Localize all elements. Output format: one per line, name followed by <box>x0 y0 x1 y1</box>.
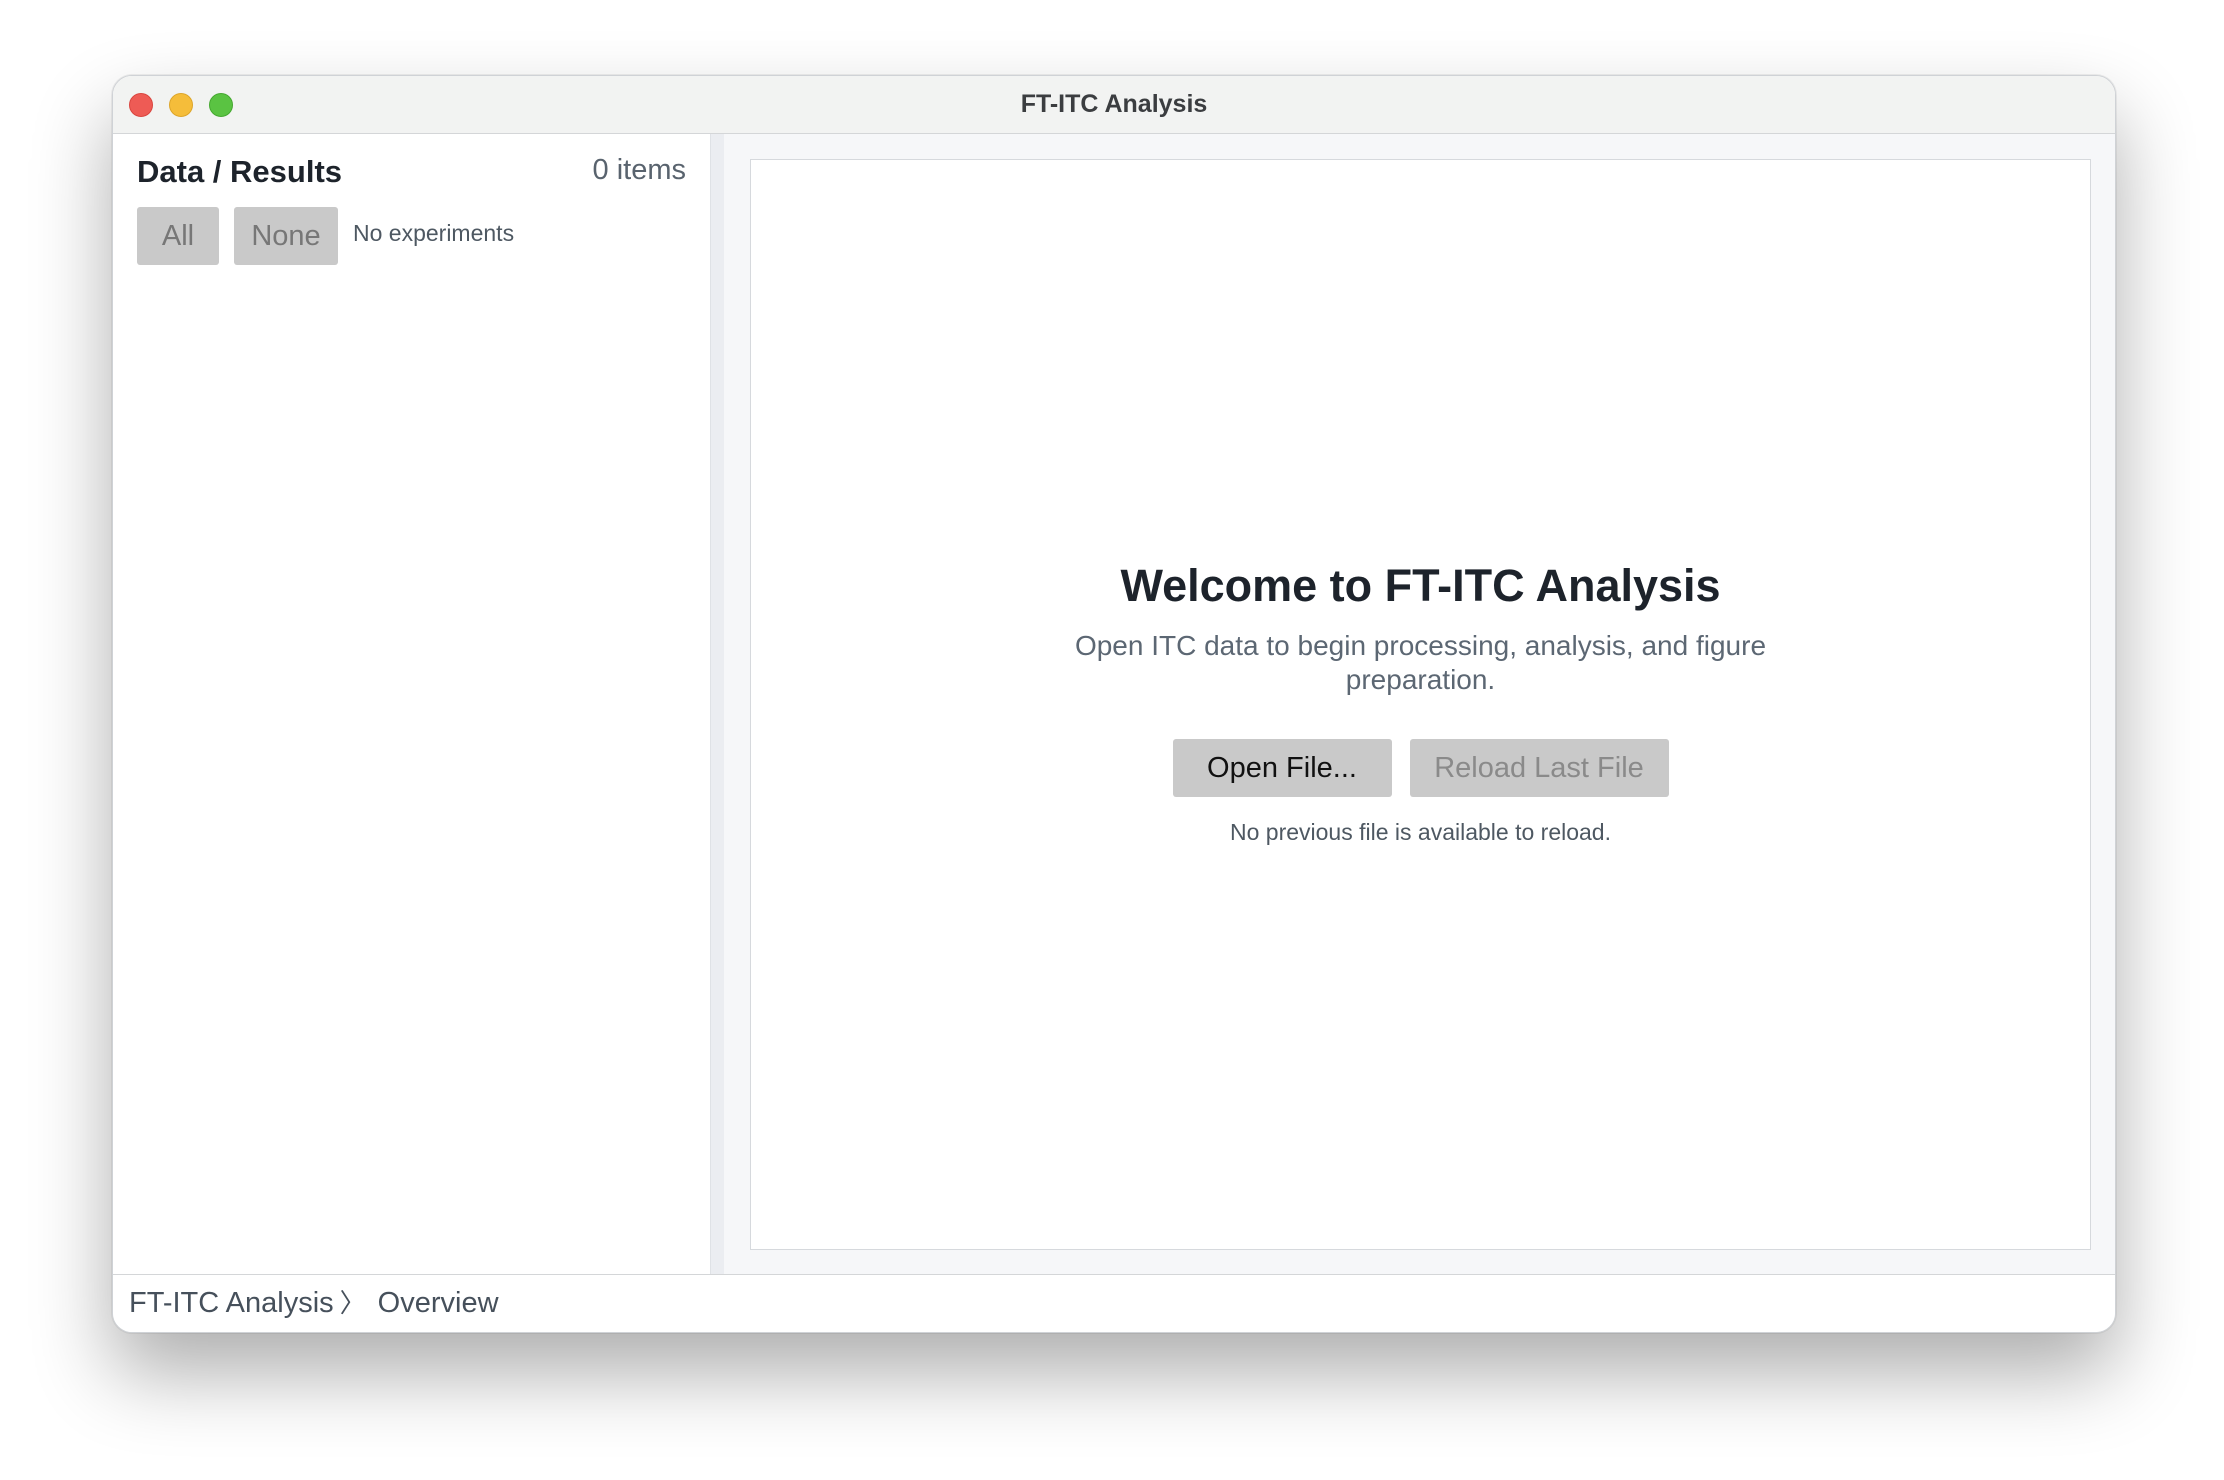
item-count: 0 items <box>592 154 686 186</box>
app-window: FT-ITC Analysis Data / Results 0 items A… <box>112 75 2116 1333</box>
breadcrumb-item-overview[interactable]: Overview <box>378 1275 499 1332</box>
welcome-title: Welcome to FT-ITC Analysis <box>1120 560 1721 611</box>
welcome-panel: Welcome to FT-ITC Analysis Open ITC data… <box>750 159 2091 1250</box>
window-title: FT-ITC Analysis <box>1020 90 1208 118</box>
reload-last-file-button[interactable]: Reload Last File <box>1409 739 1669 797</box>
sidebar-splitter[interactable] <box>710 134 724 1274</box>
breadcrumb-item-app[interactable]: FT-ITC Analysis <box>129 1275 334 1332</box>
sidebar-data-results: Data / Results 0 items All None No exper… <box>113 134 710 1274</box>
title-bar[interactable]: FT-ITC Analysis <box>113 76 2115 134</box>
breadcrumb: FT-ITC Analysis 〉 Overview <box>129 1275 499 1332</box>
welcome-block: Welcome to FT-ITC Analysis Open ITC data… <box>751 559 2090 846</box>
chevron-right-icon: 〉 <box>339 1288 366 1318</box>
select-all-button[interactable]: All <box>137 207 219 265</box>
empty-experiments-label: No experiments <box>353 220 515 246</box>
main-content: Welcome to FT-ITC Analysis Open ITC data… <box>724 134 2115 1274</box>
reload-status-note: No previous file is available to reload. <box>1230 819 1611 845</box>
open-file-button[interactable]: Open File... <box>1172 739 1392 797</box>
select-none-button[interactable]: None <box>234 207 338 265</box>
sidebar-title: Data / Results <box>137 154 343 189</box>
status-bar: FT-ITC Analysis 〉 Overview <box>113 1274 2115 1332</box>
welcome-actions: Open File... Reload Last File <box>751 739 2090 797</box>
welcome-subtitle: Open ITC data to begin processing, analy… <box>1074 630 1767 695</box>
